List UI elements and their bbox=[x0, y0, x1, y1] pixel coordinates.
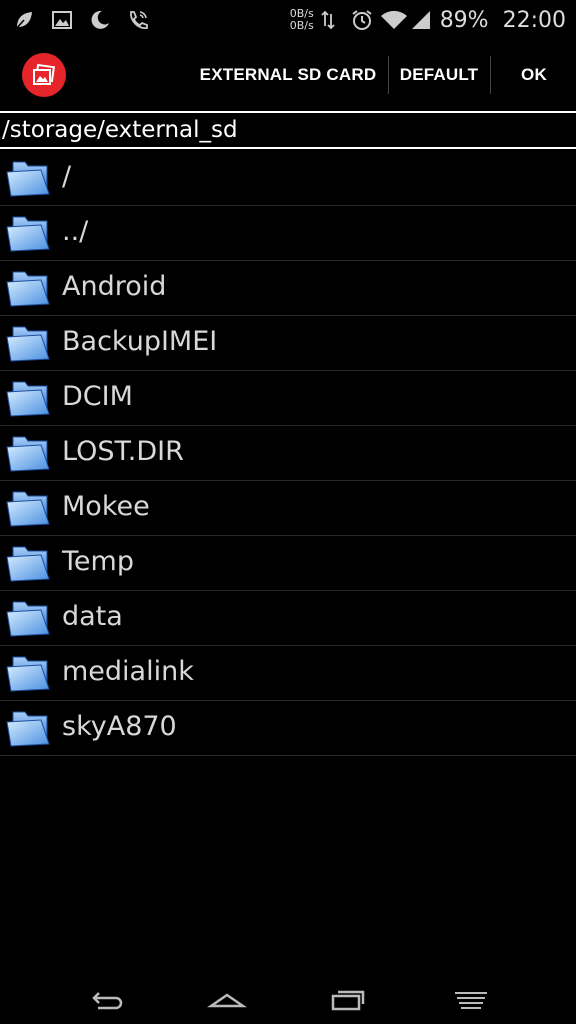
home-icon[interactable] bbox=[206, 986, 248, 1014]
action-bar: EXTERNAL SD CARD DEFAULT OK bbox=[0, 40, 576, 110]
current-path: /storage/external_sd bbox=[2, 117, 238, 143]
folder-icon bbox=[5, 486, 51, 530]
folder-row[interactable]: medialink bbox=[0, 646, 576, 701]
folder-icon bbox=[5, 651, 51, 695]
folder-name: Mokee bbox=[62, 491, 150, 522]
navigation-bar bbox=[0, 976, 576, 1024]
folder-name: DCIM bbox=[62, 381, 133, 412]
folder-row[interactable]: ../ bbox=[0, 206, 576, 261]
wifi-icon bbox=[380, 8, 407, 32]
folder-name: BackupIMEI bbox=[62, 326, 218, 357]
folder-row[interactable]: skyA870 bbox=[0, 701, 576, 756]
folder-name: / bbox=[62, 161, 72, 192]
folder-name: data bbox=[62, 601, 123, 632]
folder-row[interactable]: BackupIMEI bbox=[0, 316, 576, 371]
folder-icon bbox=[5, 266, 51, 310]
network-speed: 0B/s 0B/s bbox=[290, 8, 314, 32]
folder-icon bbox=[5, 321, 51, 365]
folder-name: LOST.DIR bbox=[62, 436, 184, 467]
alarm-icon bbox=[350, 8, 374, 32]
system-status: 0B/s 0B/s 89% 22:00 bbox=[290, 0, 566, 40]
folder-row[interactable]: data bbox=[0, 591, 576, 646]
phone-wifi-icon bbox=[126, 8, 150, 32]
folder-row[interactable]: DCIM bbox=[0, 371, 576, 426]
folder-name: Android bbox=[62, 271, 167, 302]
default-button[interactable]: DEFAULT bbox=[390, 40, 488, 110]
action-divider bbox=[490, 56, 491, 94]
folder-row[interactable]: Temp bbox=[0, 536, 576, 591]
action-divider bbox=[388, 56, 389, 94]
status-bar: 0B/s 0B/s 89% 22:00 bbox=[0, 0, 576, 40]
folder-icon bbox=[5, 376, 51, 420]
folder-icon bbox=[5, 596, 51, 640]
folder-name: ../ bbox=[62, 216, 89, 247]
folder-icon bbox=[5, 431, 51, 475]
folder-row[interactable]: Android bbox=[0, 261, 576, 316]
folder-icon bbox=[5, 706, 51, 750]
folder-name: Temp bbox=[62, 546, 134, 577]
folder-icon bbox=[5, 541, 51, 585]
folder-row[interactable]: LOST.DIR bbox=[0, 426, 576, 481]
back-icon[interactable] bbox=[86, 986, 126, 1014]
clock: 22:00 bbox=[502, 7, 566, 33]
folder-name: skyA870 bbox=[62, 711, 177, 742]
folder-icon bbox=[5, 211, 51, 255]
current-path-bar: /storage/external_sd bbox=[0, 111, 576, 149]
image-picker-icon[interactable] bbox=[22, 53, 66, 97]
data-transfer-icon bbox=[320, 8, 344, 32]
notification-icons bbox=[12, 8, 150, 32]
folder-name: medialink bbox=[62, 656, 194, 687]
external-sd-card-button[interactable]: EXTERNAL SD CARD bbox=[190, 40, 386, 110]
signal-icon bbox=[410, 8, 434, 32]
menu-icon[interactable] bbox=[451, 986, 491, 1014]
folder-list: / ../ Android BackupIMEI DCIM LOST.DIR Mokee Te… bbox=[0, 151, 576, 756]
battery-percent: 89% bbox=[439, 7, 489, 33]
net-speed-down: 0B/s bbox=[289, 19, 314, 32]
folder-row[interactable]: Mokee bbox=[0, 481, 576, 536]
ok-button[interactable]: OK bbox=[492, 40, 576, 110]
moon-icon bbox=[88, 8, 112, 32]
image-icon bbox=[50, 8, 74, 32]
leaf-icon bbox=[12, 8, 36, 32]
recent-apps-icon[interactable] bbox=[328, 986, 368, 1014]
folder-row[interactable]: / bbox=[0, 151, 576, 206]
folder-icon bbox=[5, 156, 51, 200]
